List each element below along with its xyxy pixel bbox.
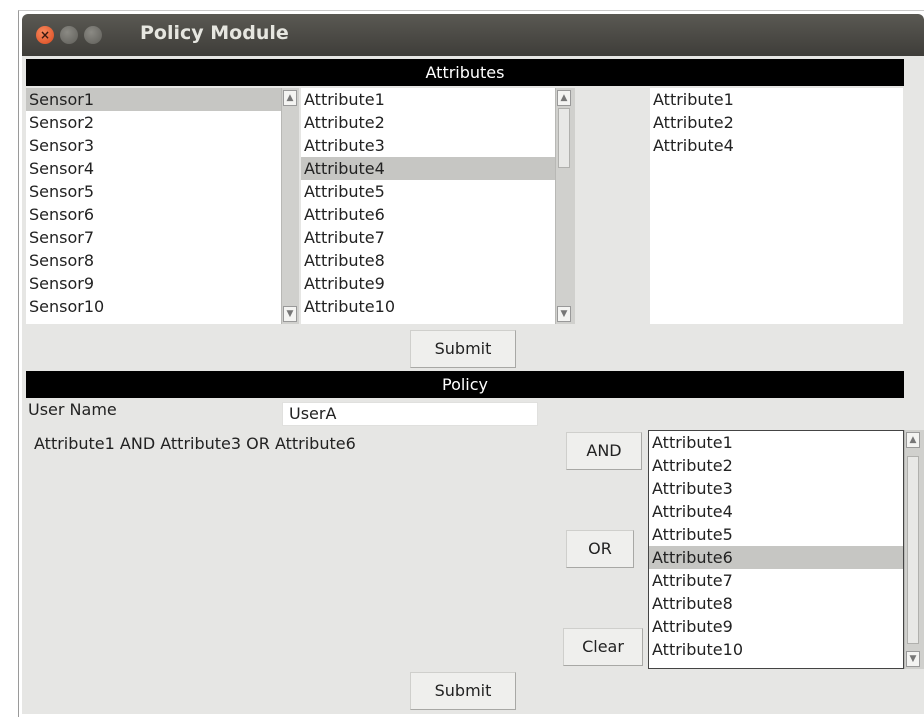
list-item[interactable]: Sensor8 (26, 249, 281, 272)
attribute-list[interactable]: Attribute1 Attribute2 Attribute3 Attribute4… (301, 88, 555, 324)
list-item[interactable]: Attribute1 (649, 431, 903, 454)
list-item[interactable]: Sensor2 (26, 111, 281, 134)
sensor-list-scrollbar[interactable]: ▲ ▼ (281, 88, 299, 324)
policy-list-scrollbar[interactable]: ▲ ▼ (904, 430, 924, 669)
scroll-down-icon[interactable]: ▼ (283, 306, 297, 322)
user-name-input[interactable]: UserA (282, 402, 538, 426)
list-item[interactable]: Attribute3 (649, 477, 903, 500)
list-item[interactable]: Attribute4 (301, 157, 555, 180)
list-item[interactable]: Sensor3 (26, 134, 281, 157)
list-item[interactable]: Attribute1 (301, 88, 555, 111)
list-item[interactable]: Attribute8 (301, 249, 555, 272)
maximize-icon[interactable] (84, 26, 102, 44)
list-item[interactable]: Sensor5 (26, 180, 281, 203)
list-item[interactable]: Attribute7 (301, 226, 555, 249)
window-title: Policy Module (140, 22, 289, 44)
scroll-up-icon[interactable]: ▲ (557, 90, 571, 106)
list-item[interactable]: Attribute7 (649, 569, 903, 592)
user-name-label: User Name (28, 400, 117, 419)
scroll-up-icon[interactable]: ▲ (283, 90, 297, 106)
list-item[interactable]: Sensor10 (26, 295, 281, 318)
policy-expression-text: Attribute1 AND Attribute3 OR Attribute6 (34, 434, 356, 453)
list-item[interactable]: Sensor7 (26, 226, 281, 249)
scroll-up-icon[interactable]: ▲ (906, 432, 920, 448)
list-item[interactable]: Attribute5 (649, 523, 903, 546)
list-item[interactable]: Attribute2 (650, 111, 903, 134)
list-item[interactable]: Attribute4 (650, 134, 903, 157)
scroll-down-icon[interactable]: ▼ (906, 651, 920, 667)
title-bar: × Policy Module (22, 14, 924, 56)
list-item[interactable]: Attribute8 (649, 592, 903, 615)
list-item[interactable]: Attribute6 (649, 546, 903, 569)
list-item[interactable]: Attribute9 (301, 272, 555, 295)
policy-attribute-list[interactable]: Attribute1 Attribute2 Attribute3 Attribute4… (648, 430, 904, 669)
list-item[interactable]: Attribute5 (301, 180, 555, 203)
list-item[interactable]: Attribute3 (301, 134, 555, 157)
scroll-thumb[interactable] (907, 456, 919, 644)
list-item[interactable]: Attribute10 (301, 295, 555, 318)
policy-header: Policy (26, 371, 904, 398)
scroll-thumb[interactable] (558, 108, 570, 168)
list-item[interactable]: Sensor1 (26, 88, 281, 111)
attributes-submit-button[interactable]: Submit (410, 330, 516, 368)
clear-button[interactable]: Clear (563, 628, 643, 666)
sensor-list[interactable]: Sensor1 Sensor2 Sensor3 Sensor4 Sensor5 Senso… (26, 88, 281, 324)
or-button[interactable]: OR (566, 530, 634, 568)
list-item[interactable]: Sensor6 (26, 203, 281, 226)
minimize-icon[interactable] (60, 26, 78, 44)
close-icon[interactable]: × (36, 26, 54, 44)
list-item[interactable]: Attribute1 (650, 88, 903, 111)
attributes-header: Attributes (26, 59, 904, 86)
policy-submit-button[interactable]: Submit (410, 672, 516, 710)
list-item[interactable]: Attribute2 (301, 111, 555, 134)
list-item[interactable]: Attribute2 (649, 454, 903, 477)
list-item[interactable]: Attribute10 (649, 638, 903, 661)
attribute-list-scrollbar[interactable]: ▲ ▼ (555, 88, 575, 324)
and-button[interactable]: AND (566, 432, 642, 470)
scroll-down-icon[interactable]: ▼ (557, 306, 571, 322)
list-item[interactable]: Attribute4 (649, 500, 903, 523)
list-item[interactable]: Attribute9 (649, 615, 903, 638)
selected-attributes-list[interactable]: Attribute1 Attribute2 Attribute4 (650, 88, 903, 324)
list-item[interactable]: Sensor4 (26, 157, 281, 180)
list-item[interactable]: Sensor9 (26, 272, 281, 295)
list-item[interactable]: Attribute6 (301, 203, 555, 226)
